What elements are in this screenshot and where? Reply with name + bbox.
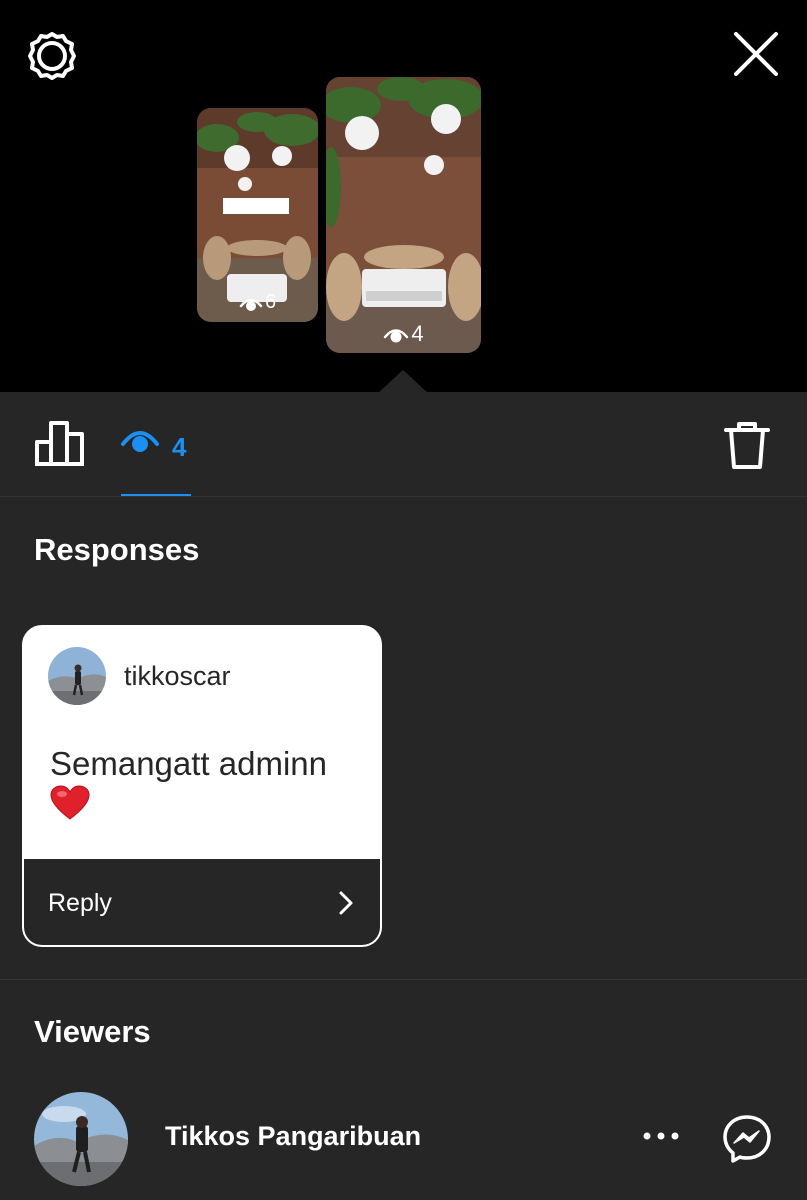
story-preview-area: 6 4 [0,0,807,394]
chevron-right-icon [338,890,354,921]
eye-icon [239,298,263,311]
story-views-count: 6 [197,291,318,314]
response-message: Semangatt adminn [50,745,360,821]
response-card[interactable]: tikkoscar Semangatt adminn Reply [22,625,382,947]
story-views-count: 4 [326,321,481,347]
story-thumbnail-selected[interactable]: 4 [326,77,481,353]
story-thumbnail-image [326,77,481,353]
reply-button[interactable]: Reply [24,859,380,945]
viewer-name[interactable]: Tikkos Pangaribuan [165,1121,421,1152]
section-divider [0,979,807,980]
close-icon[interactable] [730,28,782,80]
tab-viewers[interactable]: 4 [118,422,192,496]
viewers-count: 4 [172,432,187,462]
eye-icon [120,424,160,459]
viewer-row[interactable]: Tikkos Pangaribuan [0,1092,807,1186]
eye-icon [384,329,409,343]
messenger-icon[interactable] [722,1114,772,1164]
bar-chart-icon[interactable] [34,420,86,466]
response-text: Semangatt adminn [50,745,328,782]
avatar[interactable] [48,647,106,705]
heart-icon [50,785,90,820]
settings-icon[interactable] [26,30,78,82]
insights-tab-bar: 4 [0,392,807,497]
viewers-heading: Viewers [34,1014,151,1049]
trash-icon[interactable] [722,420,772,472]
response-author[interactable]: tikkoscar [48,647,231,705]
active-tab-indicator [121,494,191,496]
responses-heading: Responses [34,532,200,567]
selection-pointer [377,370,429,394]
more-icon[interactable] [640,1126,684,1146]
reply-label: Reply [48,889,112,917]
story-thumbnail[interactable]: 6 [197,108,318,322]
story-thumbnail-image [197,108,318,322]
avatar[interactable] [34,1092,128,1186]
response-username[interactable]: tikkoscar [124,661,231,692]
